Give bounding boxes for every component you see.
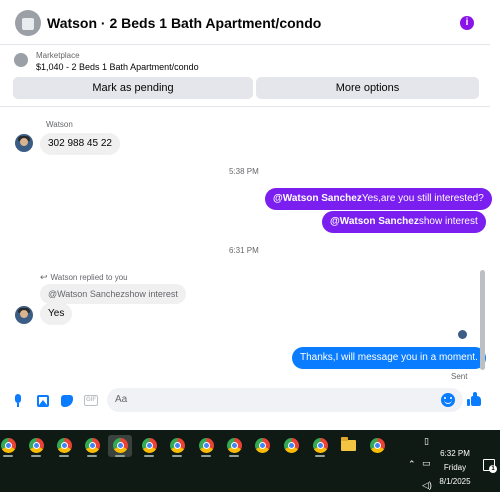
clock-day: Friday bbox=[443, 463, 467, 472]
mark-as-pending-button[interactable]: Mark as pending bbox=[13, 77, 253, 99]
chrome-icon bbox=[1, 438, 16, 453]
taskbar-chrome-app[interactable] bbox=[165, 435, 189, 457]
clock-time: 6:32 PM bbox=[440, 449, 470, 458]
marketplace-label: Marketplace bbox=[36, 51, 80, 60]
chrome-icon bbox=[142, 438, 157, 453]
clock-date: 8/1/2025 bbox=[439, 477, 471, 486]
info-icon[interactable]: i bbox=[460, 16, 474, 30]
composer: GIF Aa bbox=[0, 384, 490, 418]
taskbar-chrome-app[interactable] bbox=[250, 435, 274, 457]
taskbar-chrome-app[interactable] bbox=[222, 435, 246, 457]
chrome-icon bbox=[313, 438, 328, 453]
taskbar-chrome-app[interactable] bbox=[137, 435, 161, 457]
emoji-icon[interactable] bbox=[441, 393, 455, 407]
chat-title[interactable]: Watson · 2 Beds 1 Bath Apartment/condo bbox=[47, 15, 321, 31]
taskbar-chrome-app[interactable] bbox=[194, 435, 218, 457]
quoted-message[interactable]: @Watson Sanchezshow interest bbox=[40, 284, 186, 304]
divider bbox=[0, 106, 490, 107]
gif-icon[interactable]: GIF bbox=[84, 394, 98, 408]
more-options-button[interactable]: More options bbox=[256, 77, 479, 99]
chrome-icon bbox=[113, 438, 128, 453]
network-icon[interactable]: ▭ bbox=[422, 458, 431, 469]
reply-arrow-icon: ↩ bbox=[40, 272, 48, 282]
message-placeholder: Aa bbox=[115, 394, 128, 405]
message-text: show interest bbox=[418, 216, 478, 227]
listing-description: $1,040 - 2 Beds 1 Bath Apartment/condo bbox=[36, 62, 199, 72]
chat-header: Watson · 2 Beds 1 Bath Apartment/condo i bbox=[0, 0, 490, 45]
chat-window: Watson · 2 Beds 1 Bath Apartment/condo i… bbox=[0, 0, 500, 430]
chevron-up-icon[interactable]: ⌃ bbox=[408, 459, 416, 470]
avatar[interactable] bbox=[15, 306, 33, 324]
chrome-icon bbox=[284, 438, 299, 453]
folder-icon bbox=[341, 437, 356, 451]
taskbar-chrome-app[interactable] bbox=[279, 435, 303, 457]
sticker-icon[interactable] bbox=[60, 394, 74, 408]
marketplace-listing[interactable]: Marketplace $1,040 - 2 Beds 1 Bath Apart… bbox=[14, 50, 484, 74]
taskbar-file-explorer[interactable] bbox=[336, 435, 360, 457]
taskbar-chrome-app[interactable] bbox=[365, 435, 389, 457]
taskbar-chrome-app[interactable] bbox=[24, 435, 48, 457]
scrollbar[interactable] bbox=[480, 270, 485, 370]
incoming-message[interactable]: Yes bbox=[40, 303, 73, 325]
chrome-icon bbox=[85, 438, 100, 453]
phone-link-icon[interactable]: ▯ bbox=[424, 436, 429, 447]
reply-note-text: Watson replied to you bbox=[50, 273, 128, 282]
message-text: Yes,are you still interested? bbox=[361, 193, 484, 204]
incoming-message[interactable]: 302 988 45 22 bbox=[40, 133, 120, 155]
taskbar-chrome-app[interactable] bbox=[0, 435, 20, 457]
timestamp: 6:31 PM bbox=[229, 246, 259, 255]
chrome-icon bbox=[255, 438, 270, 453]
outgoing-message[interactable]: Thanks,I will message you in a moment. bbox=[292, 347, 486, 369]
mention[interactable]: @Watson Sanchez bbox=[330, 216, 419, 227]
taskbar-chrome-app[interactable] bbox=[80, 435, 104, 457]
message-input[interactable]: Aa bbox=[107, 388, 463, 412]
reply-note: ↩ Watson replied to you bbox=[40, 272, 128, 283]
message-status: Sent bbox=[451, 372, 468, 381]
avatar[interactable] bbox=[15, 134, 33, 152]
chrome-icon bbox=[57, 438, 72, 453]
notification-count: 1 bbox=[489, 465, 497, 473]
microphone-icon[interactable] bbox=[11, 394, 25, 408]
volume-icon[interactable]: ◁) bbox=[422, 480, 432, 491]
taskbar: ▯ ⌃ ▭ ◁) bbox=[0, 430, 500, 492]
taskbar-chrome-app-active[interactable] bbox=[108, 435, 132, 457]
taskbar-clock[interactable]: 6:32 PM Friday 8/1/2025 bbox=[436, 447, 474, 489]
outgoing-message[interactable]: @Watson Sanchezshow interest bbox=[322, 211, 486, 233]
chrome-icon bbox=[29, 438, 44, 453]
mention[interactable]: @Watson Sanchez bbox=[273, 193, 362, 204]
photo-icon[interactable] bbox=[36, 394, 50, 408]
chrome-icon bbox=[370, 438, 385, 453]
notification-icon[interactable]: 1 bbox=[483, 459, 497, 473]
listing-thumbnail[interactable] bbox=[15, 10, 41, 36]
chrome-icon bbox=[170, 438, 185, 453]
listing-small-thumbnail bbox=[14, 53, 28, 67]
sender-name: Watson bbox=[46, 120, 73, 129]
like-icon[interactable] bbox=[467, 392, 483, 408]
taskbar-chrome-app[interactable] bbox=[308, 435, 332, 457]
outgoing-message[interactable]: @Watson SanchezYes,are you still interes… bbox=[265, 188, 492, 210]
timestamp: 5:38 PM bbox=[229, 167, 259, 176]
seen-avatar bbox=[458, 330, 467, 339]
chrome-icon bbox=[199, 438, 214, 453]
taskbar-chrome-app[interactable] bbox=[52, 435, 76, 457]
house-icon bbox=[22, 18, 34, 30]
chrome-icon bbox=[227, 438, 242, 453]
